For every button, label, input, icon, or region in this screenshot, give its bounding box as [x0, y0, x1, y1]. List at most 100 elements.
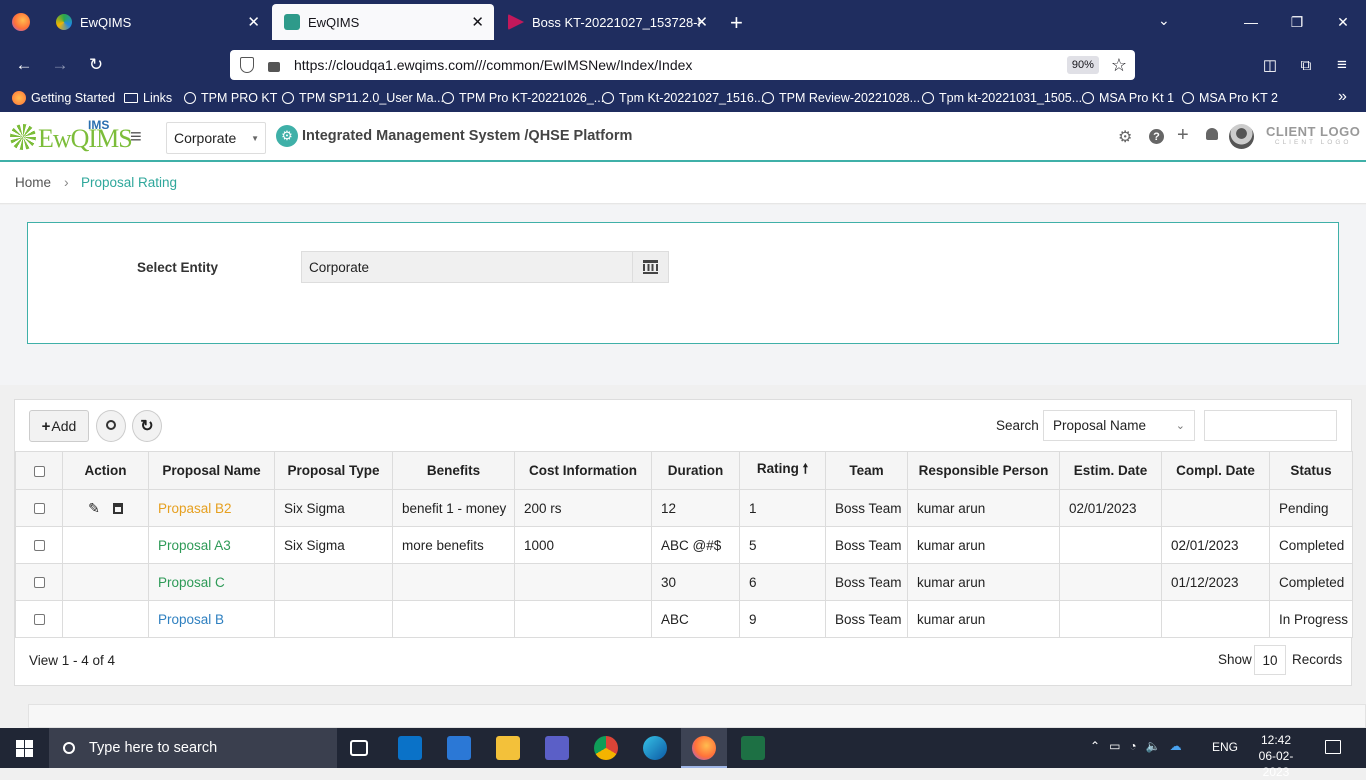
column-header[interactable]: Responsible Person	[907, 451, 1060, 490]
add-icon[interactable]: +	[1177, 124, 1189, 147]
close-window-icon[interactable]: ✕	[1320, 0, 1366, 44]
mail-icon[interactable]	[398, 736, 422, 760]
add-button[interactable]: + Add	[29, 410, 89, 442]
lock-icon[interactable]	[268, 62, 280, 72]
hamburger-menu-icon[interactable]: ≡	[130, 126, 142, 149]
edge-icon[interactable]	[643, 736, 667, 760]
delete-icon[interactable]	[112, 503, 123, 515]
network-icon[interactable]: ▭	[1109, 739, 1120, 753]
task-view-icon[interactable]	[350, 740, 368, 756]
reload-icon[interactable]: ↻	[83, 52, 109, 78]
url-text[interactable]: https://cloudqa1.ewqims.com///common/EwI…	[294, 57, 1067, 73]
column-header[interactable]: Cost Information	[514, 451, 652, 490]
wifi-icon[interactable]: ◔	[1129, 739, 1136, 753]
excel-icon[interactable]	[741, 736, 765, 760]
entity-field[interactable]: Corporate	[301, 251, 633, 283]
bookmark-item[interactable]: MSA Pro Kt 1	[1082, 91, 1174, 105]
bookmark-links[interactable]: Links	[124, 91, 172, 105]
save-to-pocket-icon[interactable]: ◫	[1257, 52, 1283, 78]
proposal-name-link[interactable]: Propasal B2	[148, 489, 275, 527]
table-row[interactable]: Proposal A3 Six Sigma more benefits 1000 ABC…	[15, 526, 1353, 564]
search-toggle-button[interactable]	[96, 410, 126, 442]
search-input[interactable]	[1204, 410, 1337, 441]
refresh-button[interactable]: ↻	[132, 410, 162, 442]
language-indicator[interactable]: ENG	[1212, 740, 1238, 754]
select-all-checkbox[interactable]	[33, 465, 45, 477]
volume-icon[interactable]: 🔈	[1146, 739, 1161, 753]
bookmark-item[interactable]: Tpm Kt-20221027_1516...	[602, 91, 764, 105]
row-checkbox[interactable]	[33, 540, 45, 552]
column-header[interactable]: Compl. Date	[1161, 451, 1270, 490]
zoom-badge[interactable]: 90%	[1066, 56, 1099, 74]
proposal-name-link[interactable]: Proposal C	[148, 563, 275, 601]
list-tabs-icon[interactable]: ⌄	[1158, 12, 1170, 29]
bookmark-item[interactable]: TPM Review-20221028...	[762, 91, 920, 105]
sort-ascending-icon[interactable]: 🠕	[803, 461, 809, 476]
file-explorer-icon[interactable]	[496, 736, 520, 760]
settings-icon[interactable]: ⚙	[1118, 127, 1132, 147]
restore-icon[interactable]: ❐	[1274, 0, 1320, 44]
search-field-select[interactable]: Proposal Name ⌄	[1043, 410, 1195, 441]
table-row[interactable]: ✎ Propasal B2 Six Sigma benefit 1 - money 20…	[15, 489, 1353, 527]
table-row[interactable]: Proposal C 30 6 Boss Team kumar arun 01/12/20…	[15, 563, 1353, 601]
forward-icon[interactable]: →	[47, 52, 73, 78]
column-header[interactable]: Team	[825, 451, 908, 490]
entity-picker-button[interactable]	[632, 251, 669, 283]
edit-icon[interactable]: ✎	[88, 500, 100, 516]
extensions-icon[interactable]: ⧉	[1293, 52, 1319, 78]
row-checkbox[interactable]	[33, 614, 45, 626]
column-header[interactable]: Proposal Type	[274, 451, 393, 490]
bookmark-item[interactable]: TPM SP11.2.0_User Ma...	[282, 91, 444, 105]
notification-bell-icon[interactable]	[1206, 128, 1218, 140]
close-icon[interactable]: ✕	[471, 13, 484, 31]
column-header[interactable]: Duration	[651, 451, 740, 490]
browser-tab-3[interactable]: Boss KT-20221027_153728-Meeti ✕	[496, 0, 718, 44]
firefox-menu-icon[interactable]	[12, 13, 30, 31]
column-header[interactable]: Proposal Name	[148, 451, 275, 490]
column-header[interactable]: Action	[62, 451, 149, 490]
proposal-name-link[interactable]: Proposal B	[148, 600, 275, 638]
bookmark-star-icon[interactable]: ☆	[1111, 55, 1127, 76]
column-header-rating[interactable]: Rating 🠕	[739, 451, 826, 490]
chrome-icon[interactable]	[594, 736, 618, 760]
new-tab-icon[interactable]: +	[730, 10, 743, 36]
bookmark-item[interactable]: TPM Pro KT-20221026_...	[442, 91, 604, 105]
show-hidden-icons-icon[interactable]: ⌃	[1090, 739, 1100, 753]
breadcrumb-home[interactable]: Home	[15, 175, 51, 190]
minimize-icon[interactable]: —	[1228, 0, 1274, 44]
app-logo[interactable]: EwQIMS IMS	[10, 118, 133, 154]
close-icon[interactable]: ✕	[695, 13, 708, 31]
app-menu-icon[interactable]: ≡	[1329, 52, 1355, 78]
teams-icon[interactable]	[545, 736, 569, 760]
windows-start-icon[interactable]	[16, 740, 33, 757]
more-bookmarks-icon[interactable]: »	[1338, 88, 1347, 106]
address-bar[interactable]: https://cloudqa1.ewqims.com///common/EwI…	[230, 50, 1135, 80]
clock-date: 06-02-2023	[1258, 749, 1294, 779]
bookmark-getting-started[interactable]: Getting Started	[12, 91, 115, 105]
bookmark-item[interactable]: TPM PRO KT	[184, 91, 277, 105]
page-size-input[interactable]: 10	[1254, 645, 1286, 675]
row-checkbox[interactable]	[33, 577, 45, 589]
row-checkbox[interactable]	[33, 503, 45, 515]
column-header[interactable]: Status	[1269, 451, 1353, 490]
browser-tab-1[interactable]: EwQIMS ✕	[44, 0, 270, 44]
help-icon[interactable]: ?	[1149, 129, 1164, 144]
notifications-icon[interactable]	[1325, 740, 1341, 754]
table-row[interactable]: Proposal B ABC 9 Boss Team kumar arun In Prog…	[15, 600, 1353, 638]
back-icon[interactable]: ←	[11, 52, 37, 78]
bookmark-item[interactable]: Tpm kt-20221031_1505...	[922, 91, 1082, 105]
store-icon[interactable]	[447, 736, 471, 760]
user-avatar[interactable]	[1229, 124, 1254, 149]
onedrive-icon[interactable]: ☁	[1170, 739, 1182, 753]
bookmark-item[interactable]: MSA Pro KT 2	[1182, 91, 1278, 105]
taskbar-search-box[interactable]: Type here to search	[49, 728, 337, 768]
close-icon[interactable]: ✕	[247, 13, 260, 31]
firefox-taskbar-button[interactable]	[681, 728, 727, 768]
column-header[interactable]: Estim. Date	[1059, 451, 1162, 490]
clock[interactable]: 12:42 06-02-2023	[1249, 732, 1303, 780]
browser-tab-2[interactable]: EwQIMS ✕	[272, 4, 494, 40]
shield-icon[interactable]	[240, 57, 254, 73]
entity-select[interactable]: Corporate ▼	[166, 122, 266, 154]
column-header[interactable]: Benefits	[392, 451, 515, 490]
proposal-name-link[interactable]: Proposal A3	[148, 526, 275, 564]
